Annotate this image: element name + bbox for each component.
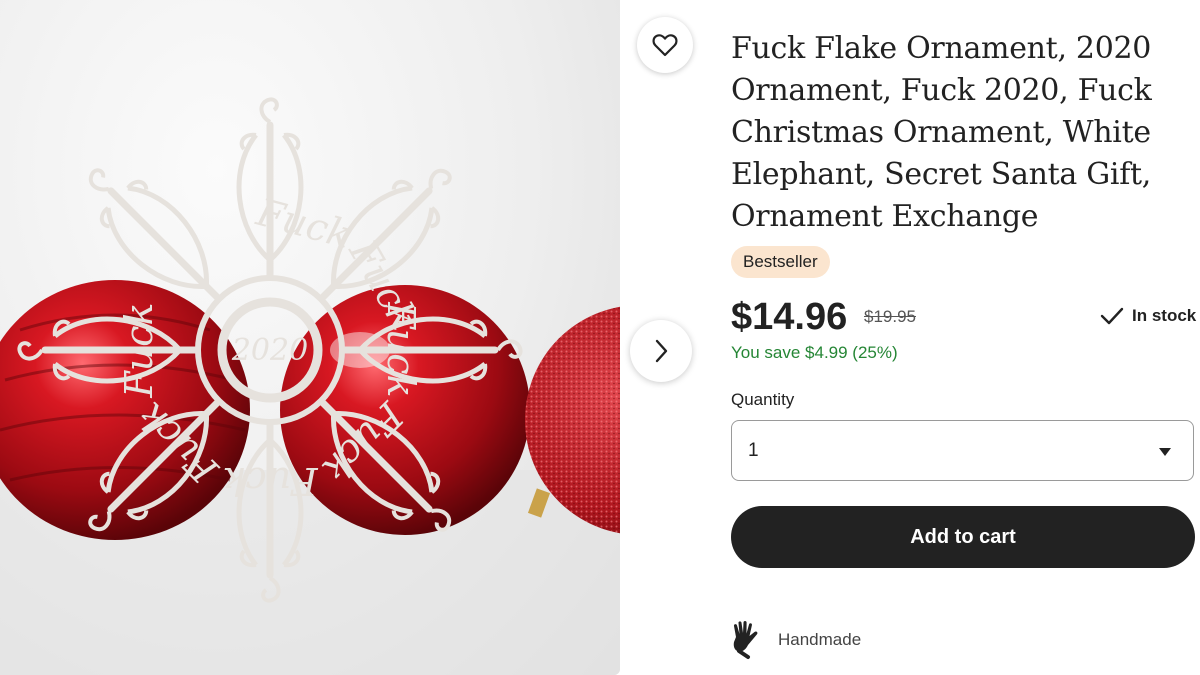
quantity-value: 1 [748,440,759,461]
original-price: $19.95 [864,307,916,326]
current-price: $14.96 [731,296,848,338]
ornament-arm-text: Fuck [222,459,318,503]
hand-icon [733,621,758,659]
product-image[interactable]: 2020 Fuck Fuck Fuck Fuck Fuck Fuck Fuck [0,0,620,675]
ornament-arm-text: Fuck [117,302,161,398]
heart-icon [652,34,678,57]
favorite-button[interactable] [637,17,693,73]
next-image-button[interactable] [630,320,692,382]
caret-down-icon [1159,448,1171,456]
ornament-center-text: 2020 [231,333,308,368]
stock-status: In stock [1100,306,1196,326]
handmade-feature: Handmade [730,620,861,660]
product-title: Fuck Flake Ornament, 2020 Ornament, Fuck… [731,31,1152,234]
stock-label: In stock [1132,306,1197,325]
chevron-right-icon [655,339,668,363]
quantity-label: Quantity [731,390,795,409]
handmade-label: Handmade [778,630,862,649]
savings-text: You save $4.99 (25%) [731,343,898,362]
quantity-select[interactable]: 1 [731,420,1194,481]
add-to-cart-button[interactable]: Add to cart [731,506,1195,568]
bestseller-badge: Bestseller [731,246,830,278]
ornament-arm-text: Fuck [379,301,423,397]
product-photo: 2020 Fuck Fuck Fuck Fuck Fuck Fuck Fuck [0,0,620,675]
checkmark-icon [1100,307,1124,325]
